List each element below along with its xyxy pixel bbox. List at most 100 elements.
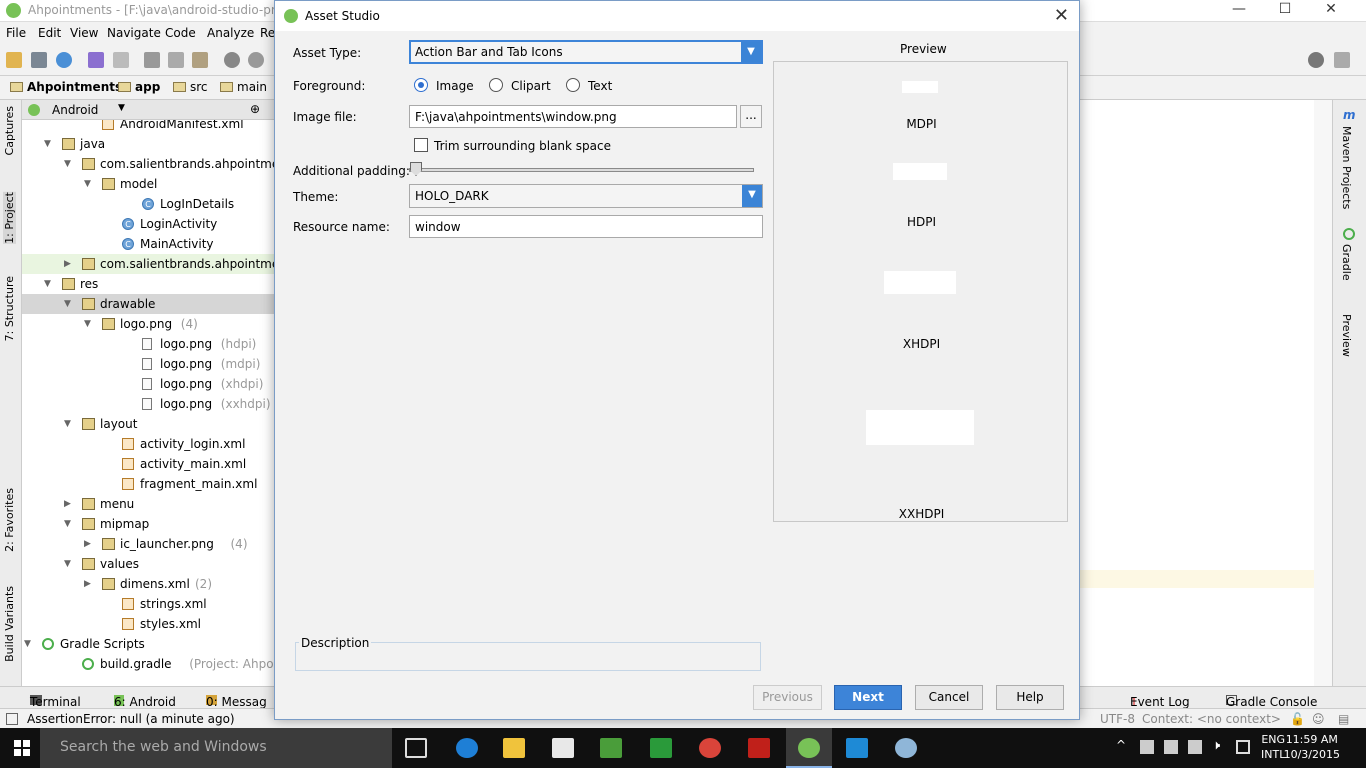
browse-button[interactable]: ... (740, 105, 762, 128)
battery-icon[interactable] (1164, 740, 1178, 754)
padding-slider-thumb[interactable] (410, 162, 422, 176)
menu-edit[interactable]: Edit (38, 26, 61, 40)
windows-start-icon[interactable] (14, 740, 30, 756)
tree-row[interactable]: ▼ logo.png (4) (22, 314, 274, 334)
wifi-icon[interactable] (1188, 740, 1202, 754)
lock-icon[interactable]: 🔓 (1290, 712, 1305, 726)
cancel-button[interactable]: Cancel (915, 685, 983, 710)
breadcrumb-item-main[interactable]: main (220, 80, 267, 94)
breadcrumb-item-src[interactable]: src (173, 80, 208, 94)
tree-row[interactable]: ▼ res (22, 274, 274, 294)
next-button[interactable]: Next (834, 685, 902, 710)
tree-row[interactable]: ▶ dimens.xml (2) (22, 574, 274, 594)
wifi-app-icon[interactable] (846, 738, 868, 758)
status-encoding[interactable]: UTF-8 (1100, 712, 1135, 726)
menu-file[interactable]: File (6, 26, 26, 40)
foreground-clipart-label[interactable]: Clipart (511, 79, 551, 93)
expanded-arrow-icon[interactable]: ▼ (44, 274, 51, 294)
tree-row[interactable]: logo.png (mdpi) (22, 354, 274, 374)
tree-row[interactable]: ▼ model (22, 174, 274, 194)
tree-row[interactable]: ▼ Gradle Scripts (22, 634, 274, 654)
collapsed-arrow-icon[interactable]: ▶ (64, 494, 71, 514)
tree-row[interactable]: C MainActivity (22, 234, 274, 254)
expanded-arrow-icon[interactable]: ▼ (64, 554, 71, 574)
trim-label[interactable]: Trim surrounding blank space (434, 139, 611, 153)
padding-slider-track[interactable] (409, 168, 754, 172)
event-icon[interactable]: ▤ (1338, 712, 1349, 726)
status-toggle-icon[interactable] (6, 713, 18, 725)
tree-row[interactable]: C LogInDetails (22, 194, 274, 214)
store-icon[interactable] (552, 738, 574, 758)
collapsed-arrow-icon[interactable]: ▶ (64, 254, 71, 274)
tree-row[interactable]: ▼ java (22, 134, 274, 154)
tree-row[interactable]: ▶ com.salientbrands.ahpointments (22, 254, 274, 274)
tree-row[interactable]: ▶ ic_launcher.png (4) (22, 534, 274, 554)
acrobat-icon[interactable] (748, 738, 770, 758)
tool-build-variants[interactable]: Build Variants (3, 586, 16, 662)
minimize-icon[interactable]: — (1216, 0, 1262, 20)
show-hidden-icons-icon[interactable]: ^ (1116, 738, 1126, 752)
copy-icon[interactable] (168, 52, 184, 68)
foreground-clipart-radio[interactable] (489, 78, 503, 92)
undo-icon[interactable] (88, 52, 104, 68)
tool-captures[interactable]: Captures (3, 106, 16, 155)
expanded-arrow-icon[interactable]: ▼ (64, 294, 71, 314)
menu-refactor[interactable]: Re (260, 26, 275, 40)
expanded-arrow-icon[interactable]: ▼ (64, 514, 71, 534)
help-button[interactable]: Help (996, 685, 1064, 710)
taskbar-clock[interactable]: 11:59 AM 10/3/2015 (1284, 732, 1340, 762)
tree-row[interactable]: ▼ com.salientbrands.ahpointments (22, 154, 274, 174)
tool-maven-projects[interactable]: Maven Projects (1340, 126, 1353, 209)
status-message[interactable]: AssertionError: null (a minute ago) (27, 712, 235, 726)
asset-type-select[interactable]: Action Bar and Tab Icons ▼ (409, 40, 763, 64)
expanded-arrow-icon[interactable]: ▼ (64, 154, 71, 174)
sync-icon[interactable] (56, 52, 72, 68)
menu-view[interactable]: View (70, 26, 98, 40)
sdk-manager-icon[interactable] (1334, 52, 1350, 68)
tool-structure[interactable]: 7: Structure (3, 276, 16, 341)
collapsed-arrow-icon[interactable]: ▶ (84, 574, 91, 594)
previous-button[interactable]: Previous (753, 685, 822, 710)
tree-row[interactable]: styles.xml (22, 614, 274, 634)
tree-row[interactable]: strings.xml (22, 594, 274, 614)
foreground-text-label[interactable]: Text (588, 79, 612, 93)
open-icon[interactable] (6, 52, 22, 68)
close-icon[interactable]: ✕ (1054, 5, 1069, 26)
sync-view-icon[interactable]: ⊕ (250, 102, 260, 116)
task-view-icon[interactable] (405, 738, 427, 758)
collapsed-arrow-icon[interactable]: ▶ (84, 534, 91, 554)
tree-row[interactable]: ▶ menu (22, 494, 274, 514)
paste-icon[interactable] (192, 52, 208, 68)
expanded-arrow-icon[interactable]: ▼ (84, 314, 91, 334)
status-context[interactable]: Context: <no context> (1142, 712, 1281, 726)
xbox-icon[interactable] (650, 738, 672, 758)
find-icon[interactable] (224, 52, 240, 68)
tree-row[interactable]: activity_main.xml (22, 454, 274, 474)
input-language[interactable]: ENG INTL (1261, 732, 1285, 762)
redo-icon[interactable] (113, 52, 129, 68)
tool-project[interactable]: 1: Project (3, 192, 16, 244)
search-everywhere-icon[interactable] (1308, 52, 1324, 68)
foreground-image-radio[interactable] (414, 78, 428, 92)
cut-icon[interactable] (144, 52, 160, 68)
tool-gradle[interactable]: Gradle (1340, 244, 1353, 281)
breadcrumb-item-app[interactable]: app (118, 80, 160, 94)
close-window-icon[interactable]: ✕ (1308, 0, 1354, 20)
chevron-down-icon[interactable]: ▼ (118, 103, 125, 113)
tree-row[interactable]: C LoginActivity (22, 214, 274, 234)
tree-row[interactable]: AndroidManifest.xml (22, 120, 274, 134)
tree-row[interactable]: ▼ mipmap (22, 514, 274, 534)
foreground-text-radio[interactable] (566, 78, 580, 92)
tool-preview[interactable]: Preview (1340, 314, 1353, 357)
maximize-icon[interactable]: ☐ (1262, 0, 1308, 20)
file-explorer-icon[interactable] (503, 738, 525, 758)
tree-row[interactable]: build.gradle (Project: Ahpointments) (22, 654, 274, 674)
paint-icon[interactable] (895, 738, 917, 758)
tree-row[interactable]: logo.png (xxhdpi) (22, 394, 274, 414)
theme-select[interactable]: HOLO_DARK ▼ (409, 184, 763, 208)
tree-row[interactable]: ▼ values (22, 554, 274, 574)
taskbar-search-box[interactable]: Search the web and Windows (40, 728, 392, 768)
menu-analyze[interactable]: Analyze (207, 26, 254, 40)
expanded-arrow-icon[interactable]: ▼ (44, 134, 51, 154)
trim-checkbox[interactable] (414, 138, 428, 152)
